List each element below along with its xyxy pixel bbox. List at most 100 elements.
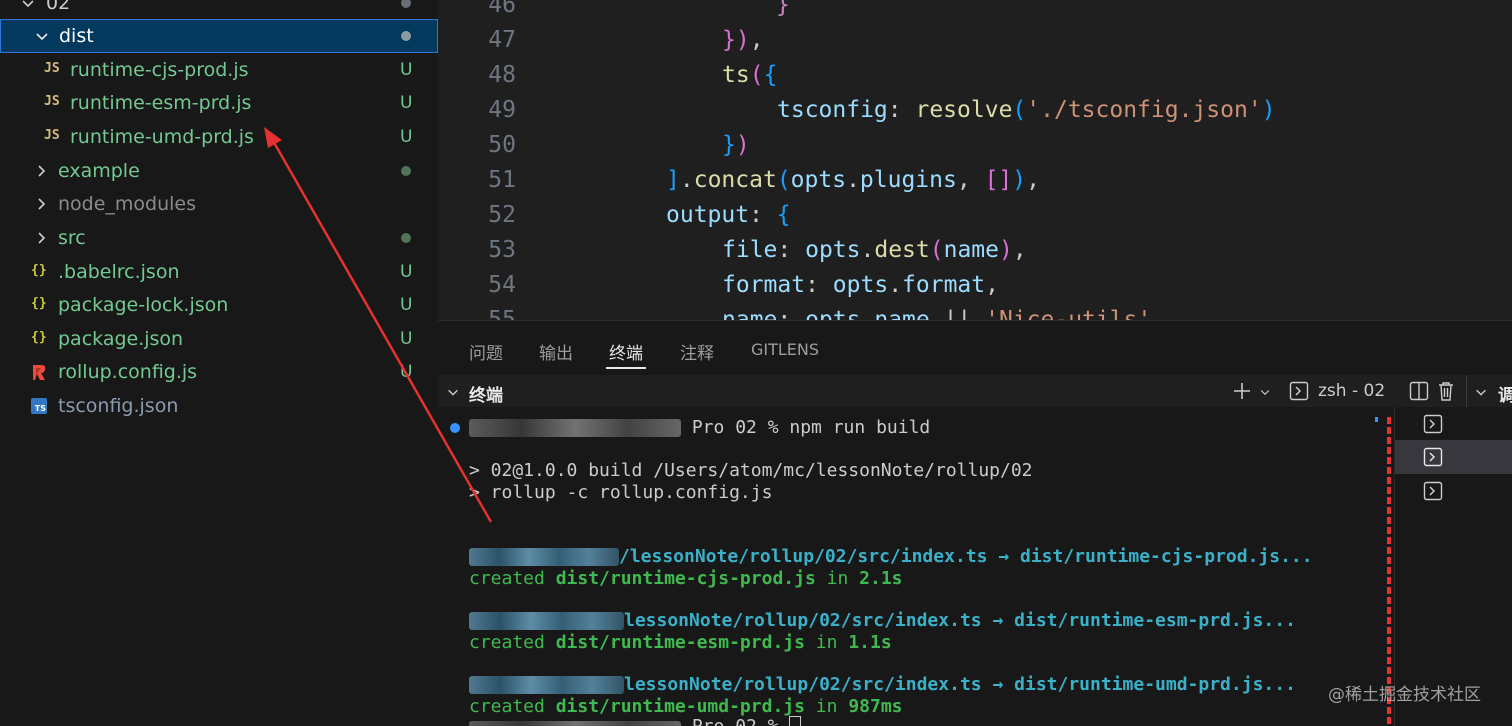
bundle-src: lessonNote/rollup/02/src/index.ts <box>624 674 982 695</box>
tab-gitlens[interactable]: GITLENS <box>751 340 819 359</box>
created-line: created dist/runtime-cjs-prod.js in 2.1s <box>469 568 903 589</box>
terminal-build-line: > 02@1.0.0 build /Users/atom/mc/lessonNo… <box>469 460 1033 481</box>
bottom-panel: 问题 输出 终端 注释 GITLENS 终端 zsh - 02 调 Pro 02… <box>438 320 1512 726</box>
untracked-badge: U <box>400 329 413 349</box>
bundle-line: lessonNote/rollup/02/src/index.ts → dist… <box>469 674 1296 695</box>
line-number: 52 <box>488 202 516 228</box>
created-word: created <box>469 696 545 717</box>
code-text: }) <box>722 132 750 158</box>
tab-problems[interactable]: 问题 <box>469 339 503 364</box>
created-file: dist/runtime-umd-prd.js <box>555 696 805 717</box>
code-text: }), <box>722 27 764 53</box>
rollup-file-icon <box>33 365 46 380</box>
untracked-badge: U <box>400 262 413 282</box>
terminal-output[interactable]: Pro 02 % npm run build > 02@1.0.0 build … <box>438 407 1393 726</box>
chevron-down-icon[interactable] <box>1259 386 1271 398</box>
build-time: 1.1s <box>848 632 892 653</box>
in-word: in <box>826 568 849 589</box>
scroll-marker <box>1375 417 1378 422</box>
modified-dot <box>401 233 411 243</box>
json-file-icon: {} <box>31 296 47 311</box>
folder-dist[interactable]: dist <box>0 19 438 53</box>
bundle-dest: dist/runtime-esm-prd.js... <box>1014 610 1296 631</box>
code-editor[interactable]: 46 } 47 }), 48 ts({ 49 tsconfig: resolve… <box>438 0 1512 320</box>
line-number: 55 <box>488 307 516 320</box>
chevron-right-icon <box>38 198 46 210</box>
tab-comments[interactable]: 注释 <box>680 339 714 364</box>
file-label: rollup.config.js <box>58 361 198 383</box>
command-decoration-icon <box>450 423 460 433</box>
split-terminal-icon[interactable] <box>1409 381 1429 401</box>
code-text: output: { <box>666 202 791 228</box>
chevron-down-icon[interactable] <box>446 385 460 399</box>
code-text: ts({ <box>722 62 778 88</box>
folder-label: example <box>58 160 140 182</box>
file-package-lock[interactable]: {} package-lock.json U <box>0 288 438 322</box>
redacted-path <box>469 676 624 694</box>
code-text: file: opts.dest(name), <box>722 237 1027 263</box>
file-runtime-esm-prd[interactable]: JS runtime-esm-prd.js U <box>0 86 438 120</box>
build-time: 987ms <box>848 696 903 717</box>
terminal-tab[interactable] <box>1395 474 1470 508</box>
folder-src[interactable]: src <box>0 221 438 255</box>
created-word: created <box>469 568 545 589</box>
created-line: created dist/runtime-umd-prd.js in 987ms <box>469 696 903 717</box>
folder-label: src <box>58 227 86 249</box>
bundle-line: /lessonNote/rollup/02/src/index.ts → dis… <box>469 546 1313 567</box>
in-word: in <box>815 696 838 717</box>
folder-02[interactable]: 02 <box>0 0 438 20</box>
build-time: 2.1s <box>859 568 903 589</box>
typescript-file-icon: TS <box>31 398 47 414</box>
tab-terminal[interactable]: 终端 <box>609 339 643 364</box>
plus-icon[interactable] <box>1232 381 1252 401</box>
untracked-badge: U <box>400 60 413 80</box>
line-number: 54 <box>488 272 516 298</box>
file-runtime-cjs-prod[interactable]: JS runtime-cjs-prod.js U <box>0 53 438 87</box>
bundle-line: lessonNote/rollup/02/src/index.ts → dist… <box>469 610 1296 631</box>
untracked-badge: U <box>400 295 413 315</box>
line-number: 48 <box>488 62 516 88</box>
file-rollup-config[interactable]: rollup.config.js U <box>0 355 438 389</box>
file-runtime-umd-prd[interactable]: JS runtime-umd-prd.js U <box>0 120 438 154</box>
terminal-tab-active[interactable] <box>1395 440 1512 474</box>
modified-dot <box>401 31 411 41</box>
line-number: 53 <box>488 237 516 263</box>
redacted-username <box>469 721 681 726</box>
line-number: 49 <box>488 97 516 123</box>
arrow-glyph: → <box>992 674 1004 695</box>
js-file-icon: JS <box>44 61 60 76</box>
file-label: .babelrc.json <box>58 261 180 283</box>
bundle-src: /lessonNote/rollup/02/src/index.ts <box>619 546 988 567</box>
folder-example[interactable]: example <box>0 154 438 188</box>
line-number: 51 <box>488 167 516 193</box>
terminal-icon <box>1423 447 1443 467</box>
folder-02-label: 02 <box>46 0 71 14</box>
terminal-icon <box>1423 414 1443 434</box>
file-label: package-lock.json <box>58 294 229 316</box>
chevron-right-icon <box>38 232 46 244</box>
bundle-dest: dist/runtime-umd-prd.js... <box>1014 674 1296 695</box>
terminal-header: 终端 zsh - 02 调 <box>438 375 1512 407</box>
chevron-down-icon <box>22 0 34 8</box>
created-file: dist/runtime-cjs-prod.js <box>555 568 816 589</box>
folder-node-modules[interactable]: node_modules <box>0 187 438 221</box>
js-file-icon: JS <box>44 128 60 143</box>
terminal-icon <box>1423 481 1443 501</box>
chevron-down-icon[interactable] <box>1474 385 1488 399</box>
redacted-path <box>469 612 624 630</box>
divider <box>1466 375 1467 407</box>
untracked-badge: U <box>400 127 413 147</box>
code-text: format: opts.format, <box>722 272 999 298</box>
tab-output[interactable]: 输出 <box>539 339 573 364</box>
file-tsconfig[interactable]: TS tsconfig.json <box>0 389 438 423</box>
terminal-instance-name[interactable]: zsh - 02 <box>1318 381 1385 401</box>
trash-icon[interactable] <box>1436 380 1456 402</box>
terminal-icon <box>1289 381 1309 401</box>
arrow-glyph: → <box>998 546 1010 567</box>
file-package-json[interactable]: {} package.json U <box>0 322 438 356</box>
redacted-path <box>469 548 619 566</box>
redacted-username <box>469 419 681 437</box>
terminal-tab[interactable] <box>1395 407 1470 441</box>
file-babelrc[interactable]: {} .babelrc.json U <box>0 255 438 289</box>
line-number: 46 <box>488 0 516 18</box>
